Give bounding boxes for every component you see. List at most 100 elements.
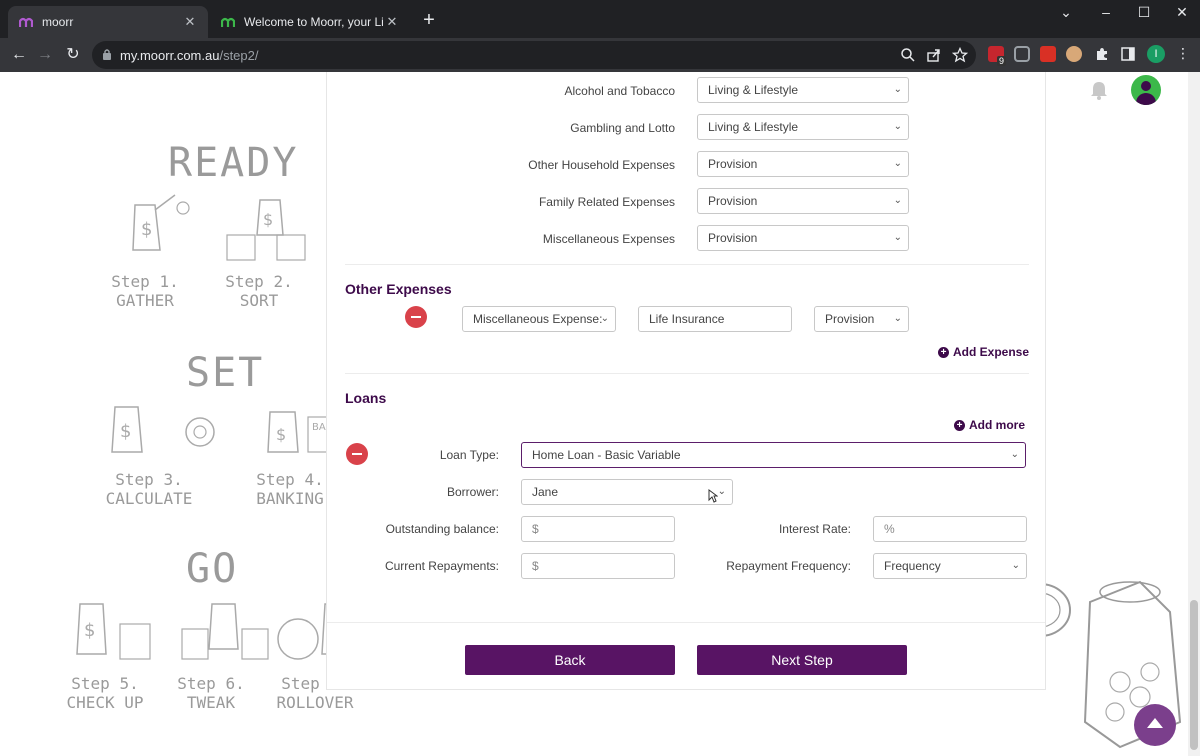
step3-name: Step 3. [115,470,183,489]
set-illustration-icon: $ $ BANK [111,406,351,453]
close-window-icon[interactable]: ✕ [1164,4,1200,21]
forward-arrow-icon[interactable]: → [34,44,56,66]
scroll-to-top-button[interactable] [1134,704,1176,746]
avatar-head [1141,81,1151,91]
add-expense-label: Add Expense [953,345,1030,359]
address-bar[interactable]: my.moorr.com.au/step2/ [92,41,976,69]
expense-category-select-gambling[interactable]: Living & Lifestyle ⌄ [697,114,909,140]
step4-label: Step 4. BANKING [252,470,328,508]
select-value: Miscellaneous Expense: [473,312,603,326]
reload-icon[interactable]: ↻ [62,44,84,66]
expense-category-select-household[interactable]: Provision ⌄ [697,151,909,177]
extension-face-icon[interactable] [1066,46,1082,62]
svg-text:$: $ [141,219,152,240]
moorr-green-favicon-icon [220,14,236,30]
notification-bell-icon[interactable] [1090,80,1108,105]
close-tab-icon[interactable]: ✕ [182,14,198,30]
select-value: Home Loan - Basic Variable [532,448,681,462]
borrower-label: Borrower: [446,485,499,499]
browser-tab-bar: moorr ✕ Welcome to Moorr, your Lifestyle… [0,0,1200,38]
extensions-puzzle-icon[interactable] [1094,46,1110,62]
remove-expense-icon[interactable] [405,306,427,328]
tab-welcome[interactable]: Welcome to Moorr, your Lifestyle by ✕ [210,6,410,38]
extension-video-icon[interactable] [1040,46,1056,62]
tab-moorr[interactable]: moorr ✕ [8,6,208,38]
step3-label: Step 3. CALCULATE [104,470,194,508]
current-repayments-input[interactable]: $ [521,553,675,579]
add-more-label: Add more [969,418,1026,432]
maximize-icon[interactable]: ☐ [1126,4,1162,21]
chevron-down-icon: ⌄ [893,121,902,132]
next-step-button[interactable]: Next Step [697,645,907,675]
step3-verb: CALCULATE [105,489,193,508]
expense-category-select-family[interactable]: Provision ⌄ [697,188,909,214]
loan-type-label: Loan Type: [439,448,499,462]
step6-name: Step 6. [177,674,245,693]
tab-title: Welcome to Moorr, your Lifestyle by [244,15,384,29]
loans-title: Loans [345,390,387,406]
set-heading: SET [186,350,265,396]
chevron-down-icon: ⌄ [893,195,902,206]
select-value: Jane [532,485,559,499]
new-tab-icon[interactable]: + [418,9,440,32]
mouse-cursor-icon [708,489,718,503]
chevron-down-icon: ⌄ [717,486,726,497]
zoom-icon[interactable] [900,47,916,63]
url-host: my.moorr.com.au [120,48,220,63]
profile-avatar[interactable]: I [1147,45,1165,63]
loan-type-select[interactable]: Home Loan - Basic Variable ⌄ [521,442,1026,468]
remove-loan-icon[interactable] [346,443,368,465]
interest-rate-input[interactable]: % [873,516,1027,542]
ready-illustration-icon: $ $ [132,194,306,261]
tab-search-chevron-icon[interactable]: ⌄ [1048,4,1084,21]
step4-name: Step 4. [256,470,324,489]
page-content: READY $ $ Step 1. GATHER Step 2. SORT SE… [0,72,1200,756]
extension-shield-icon[interactable] [1014,46,1030,62]
repayment-frequency-select[interactable]: Frequency ⌄ [873,553,1027,579]
scrollbar-thumb[interactable] [1190,600,1198,750]
avatar-body [1136,93,1156,105]
step2-verb: SORT [239,291,279,310]
back-arrow-icon[interactable]: ← [8,44,30,66]
select-value: Frequency [884,559,941,573]
other-expense-name-input[interactable]: Life Insurance [638,306,792,332]
step4-verb: BANKING [256,489,324,508]
step6-label: Step 6. TWEAK [176,674,246,712]
outstanding-balance-input[interactable]: $ [521,516,675,542]
expense-category-select-miscellaneous[interactable]: Provision ⌄ [697,225,909,251]
back-button[interactable]: Back [465,645,675,675]
svg-text:$: $ [276,425,286,444]
share-icon[interactable] [926,47,942,63]
step5-verb: CHECK UP [66,693,144,712]
step5-name: Step 5. [71,674,139,693]
browser-toolbar: ← → ↻ my.moorr.com.au/step2/ 9 I ⋮ [0,38,1200,72]
chevron-down-icon: ⌄ [893,158,902,169]
chevron-down-icon: ⌄ [600,313,609,324]
go-illustration-icon: $ $ [76,603,353,660]
other-expenses-title: Other Expenses [345,281,452,297]
step2-name: Step 2. [225,272,293,291]
expense-label-household: Other Household Expenses [528,158,675,172]
borrower-select[interactable]: Jane ⌄ [521,479,733,505]
other-expense-category-select[interactable]: Miscellaneous Expense: ⌄ [462,306,616,332]
expense-category-select-alcohol[interactable]: Living & Lifestyle ⌄ [697,77,909,103]
side-panel-icon[interactable] [1120,46,1136,62]
ready-heading: READY [168,140,299,186]
step2-label: Step 2. SORT [224,272,294,310]
go-heading: GO [186,546,239,592]
lock-icon [102,48,112,66]
bookmark-star-icon[interactable] [951,46,969,63]
add-more-loan-button[interactable]: + Add more [954,418,1025,432]
add-expense-button[interactable]: + Add Expense [938,345,1029,359]
other-expense-type-select[interactable]: Provision ⌄ [814,306,909,332]
user-avatar[interactable] [1131,75,1161,105]
select-value: Provision [708,231,758,245]
page-scrollbar[interactable] [1188,72,1200,756]
minimize-icon[interactable]: – [1088,4,1124,20]
step1-verb: GATHER [116,291,174,310]
close-tab-icon[interactable]: ✕ [384,14,400,30]
select-value: Living & Lifestyle [708,83,799,97]
section-divider [327,622,1045,623]
interest-rate-label: Interest Rate: [778,522,851,536]
browser-menu-icon[interactable]: ⋮ [1176,45,1190,62]
